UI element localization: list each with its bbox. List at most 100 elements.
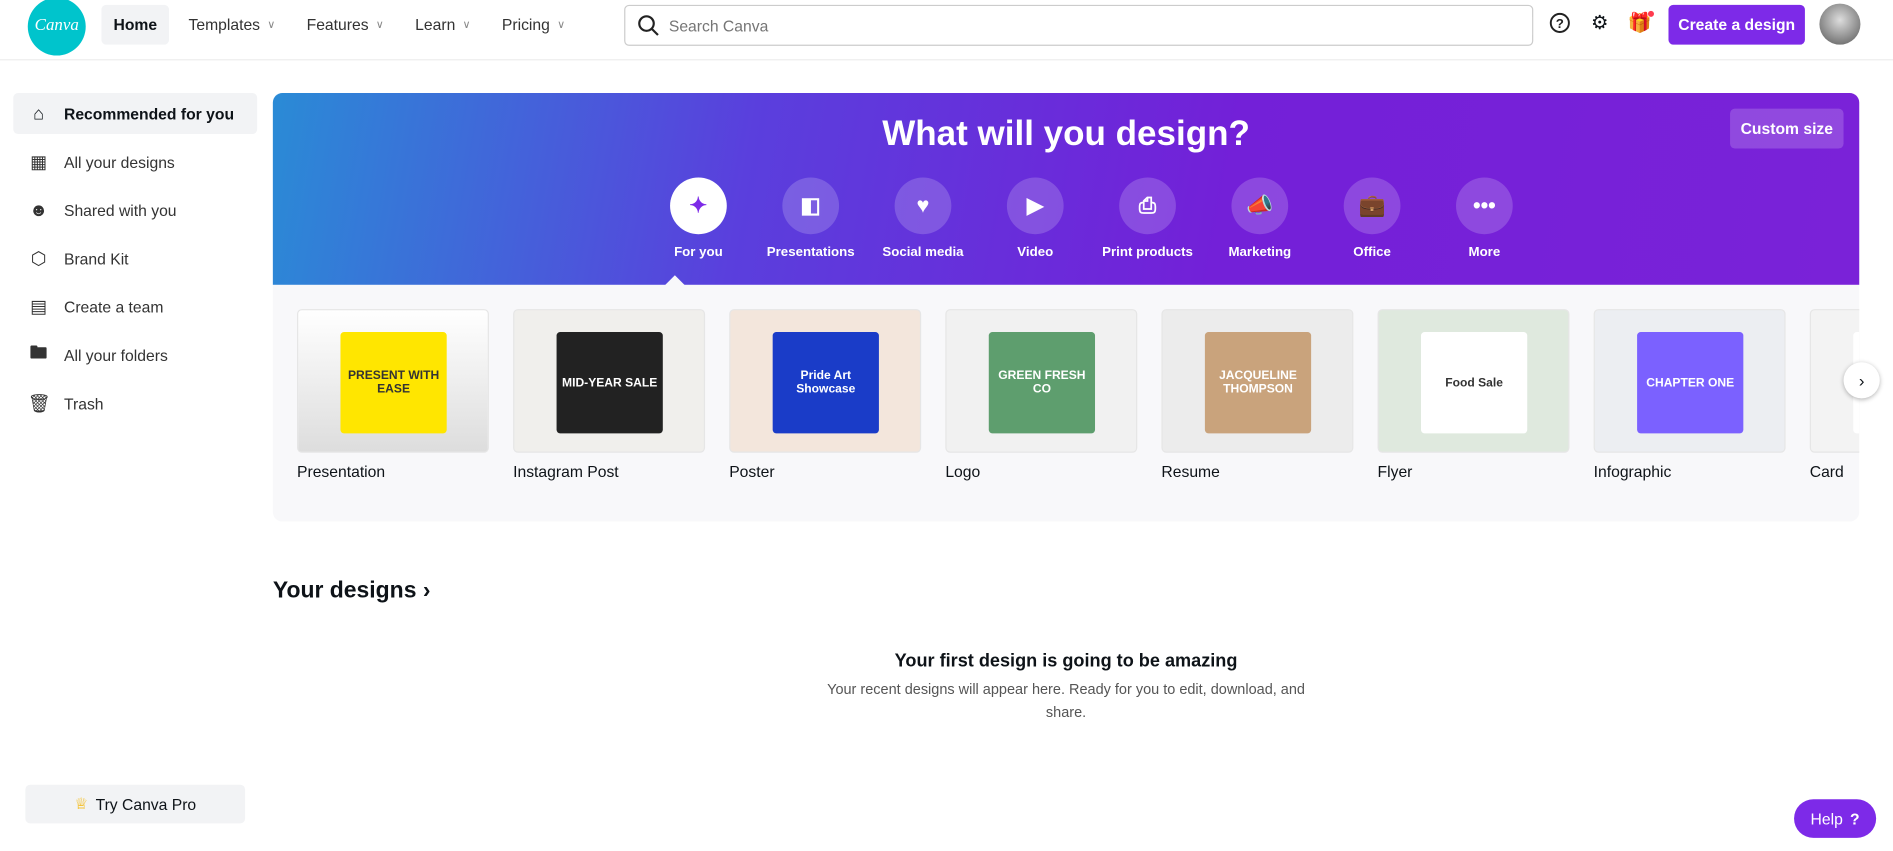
template-card[interactable]: JACQUELINE THOMPSON Resume	[1161, 309, 1354, 481]
sidebar-item-all-designs[interactable]: ▦ All your designs	[13, 141, 257, 182]
thumbnail-art: GREEN FRESH CO	[988, 332, 1096, 434]
sidebar-item-label: Shared with you	[63, 201, 177, 220]
sidebar-item-shared[interactable]: ☻ Shared with you	[13, 190, 257, 231]
template-label: Card	[1809, 462, 1844, 481]
template-card[interactable]: Food Sale Flyer	[1377, 309, 1570, 481]
thumbnail-art: JACQUELINE THOMPSON	[1204, 332, 1312, 434]
nav-label: Features	[306, 15, 369, 34]
avatar[interactable]	[1819, 3, 1861, 45]
template-card[interactable]: Pride Art Showcase Poster	[729, 309, 922, 481]
thumbnail-art: CHAPTER ONE	[1637, 332, 1744, 434]
pro-label: Try Canva Pro	[95, 795, 197, 814]
category-for-you[interactable]: ✦ For you	[642, 177, 754, 260]
chevron-right-icon: ›	[422, 578, 431, 604]
template-thumbnail: MID-YEAR SALE	[513, 309, 706, 453]
template-card[interactable]: MID-YEAR SALE Instagram Post	[513, 309, 706, 481]
category-label: For you	[674, 245, 723, 260]
category-label: Office	[1353, 245, 1391, 260]
chevron-down-icon: ∨	[462, 18, 471, 31]
sidebar-item-trash[interactable]: 🗑 Trash	[13, 383, 257, 424]
template-card[interactable]: PRESENT WITH EASE Presentation	[296, 309, 489, 481]
template-thumbnail: PRESENT WITH EASE	[296, 309, 489, 453]
design-banner: What will you design? Custom size ✦ For y…	[272, 92, 1860, 285]
category-more[interactable]: ••• More	[1428, 177, 1540, 260]
sidebar-item-label: Recommended for you	[63, 104, 235, 123]
brand-icon: ⬡	[30, 248, 47, 270]
sidebar: ⌂ Recommended for you ▦ All your designs ☻…	[13, 92, 258, 431]
nav-pricing[interactable]: Pricing ∨	[490, 5, 577, 45]
template-thumbnail: Food Sale	[1377, 309, 1570, 453]
category-video[interactable]: ▶ Video	[979, 177, 1091, 260]
template-label: Presentation	[296, 462, 386, 481]
top-bar: Canva Home Templates ∨ Features ∨ Learn ∨ P…	[0, 0, 1893, 61]
nav-learn[interactable]: Learn ∨	[403, 5, 482, 45]
template-thumbnail: GREEN FRESH CO	[945, 309, 1138, 453]
category-office[interactable]: 💼 Office	[1316, 177, 1428, 260]
notification-dot	[1647, 10, 1655, 17]
section-title: Your designs	[272, 578, 417, 604]
template-label: Resume	[1161, 462, 1220, 481]
create-design-button[interactable]: Create a design	[1668, 4, 1805, 45]
category-presentations[interactable]: ◧ Presentations	[755, 177, 867, 260]
template-label: Instagram Post	[513, 462, 619, 481]
nav-features[interactable]: Features ∨	[295, 5, 396, 45]
nav-home[interactable]: Home	[101, 4, 170, 45]
more-icon: •••	[1456, 177, 1513, 235]
category-label: Presentations	[766, 245, 855, 260]
sidebar-item-label: Trash	[63, 394, 104, 413]
template-thumbnail: JACQUELINE THOMPSON	[1161, 309, 1354, 453]
video-icon: ▶	[1006, 177, 1064, 235]
trash-icon: 🗑	[27, 393, 51, 415]
question-icon: ?	[1850, 809, 1860, 828]
category-label: Print products	[1102, 245, 1193, 260]
empty-text: Your recent designs will appear here. Re…	[827, 680, 1305, 721]
custom-size-button[interactable]: Custom size	[1730, 108, 1844, 149]
template-thumbnail: Pride Art Showcase	[729, 309, 922, 453]
sparkle-icon: ✦	[670, 177, 727, 235]
nav-label: Learn	[415, 15, 456, 34]
megaphone-icon: 📣	[1231, 177, 1289, 235]
chevron-down-icon: ∨	[267, 18, 276, 31]
help-icon[interactable]: ?	[1548, 11, 1572, 35]
main-nav: Home Templates ∨ Features ∨ Learn ∨ Pricing…	[101, 4, 577, 45]
category-label: More	[1468, 245, 1501, 260]
template-card[interactable]: GREEN FRESH CO Logo	[945, 309, 1138, 481]
try-pro-button[interactable]: ♕ Try Canva Pro	[25, 784, 246, 824]
heart-bubble-icon: ♥	[894, 177, 952, 235]
category-social-media[interactable]: ♥ Social media	[867, 177, 979, 260]
svg-text:?: ?	[1556, 16, 1564, 31]
template-card[interactable]: CHAPTER ONE Infographic	[1593, 309, 1786, 481]
nav-label: Templates	[188, 15, 261, 34]
sidebar-item-brand-kit[interactable]: ⬡ Brand Kit	[13, 238, 257, 279]
sidebar-item-label: Create a team	[63, 297, 164, 316]
thumbnail-art: MID-YEAR SALE	[556, 332, 663, 434]
help-button[interactable]: Help?	[1794, 799, 1877, 838]
category-list: ✦ For you ◧ Presentations ♥ Social media ▶ V…	[642, 177, 1540, 260]
sidebar-item-create-team[interactable]: ▤ Create a team	[13, 286, 257, 327]
template-label: Flyer	[1377, 462, 1413, 481]
carousel-next-button[interactable]: ›	[1843, 362, 1880, 399]
category-print-products[interactable]: ⎙ Print products	[1091, 177, 1203, 260]
your-designs-heading[interactable]: Your designs ›	[273, 578, 431, 605]
users-icon: ☻	[29, 199, 49, 221]
nav-templates[interactable]: Templates ∨	[176, 5, 287, 45]
nav-label: Home	[113, 15, 158, 34]
template-thumbnail: CHAPTER ONE	[1593, 309, 1786, 453]
search-input[interactable]	[668, 16, 1533, 35]
grid-icon: ▦	[30, 152, 48, 173]
sidebar-item-folders[interactable]: 🖿 All your folders	[13, 334, 257, 375]
gear-icon[interactable]: ⚙	[1588, 11, 1612, 35]
home-icon: ⌂	[33, 103, 45, 124]
search-box[interactable]	[624, 4, 1534, 46]
search-icon	[638, 15, 659, 36]
briefcase-icon: 💼	[1343, 177, 1401, 235]
sidebar-item-label: Brand Kit	[63, 249, 129, 268]
category-marketing[interactable]: 📣 Marketing	[1204, 177, 1316, 260]
banner-title: What will you design?	[882, 114, 1250, 154]
sidebar-item-recommended[interactable]: ⌂ Recommended for you	[13, 92, 258, 135]
template-label: Poster	[729, 462, 775, 481]
canva-logo[interactable]: Canva	[27, 0, 86, 56]
chevron-down-icon: ∨	[375, 18, 384, 31]
nav-label: Pricing	[501, 15, 550, 34]
template-carousel: PRESENT WITH EASE Presentation MID-YEAR SA…	[272, 284, 1860, 522]
